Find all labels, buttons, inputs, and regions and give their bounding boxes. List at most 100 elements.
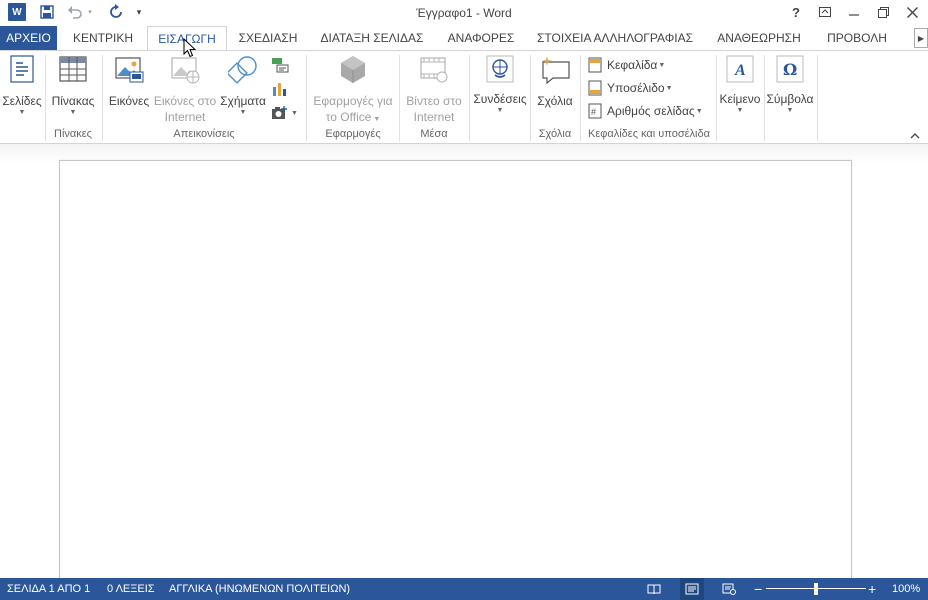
pictures-icon bbox=[113, 53, 145, 85]
header-dropdown-icon: ▼ bbox=[658, 61, 666, 69]
pages-dropdown-icon: ▼ bbox=[18, 109, 26, 116]
tab-page-layout[interactable]: ΔΙΑΤΑΞΗ ΣΕΛΙΔΑΣ bbox=[316, 26, 428, 50]
footer-label: Υποσέλιδο bbox=[607, 81, 665, 95]
group-divider bbox=[469, 55, 470, 141]
pages-label: Σελίδες bbox=[2, 94, 42, 108]
tab-scroll-right-icon[interactable]: ▶ bbox=[914, 28, 928, 48]
pictures-button[interactable]: Εικόνες bbox=[106, 53, 152, 109]
svg-text:#: # bbox=[591, 107, 596, 117]
close-icon[interactable] bbox=[900, 2, 924, 22]
group-label-apps: Εφαρμογές bbox=[325, 128, 381, 140]
restore-icon[interactable] bbox=[871, 2, 895, 22]
group-divider bbox=[817, 55, 818, 141]
text-label: Κείμενο bbox=[719, 92, 761, 106]
online-video-icon bbox=[418, 53, 450, 85]
comment-icon bbox=[539, 53, 571, 85]
symbols-button[interactable]: Ω Σύμβολα ▼ bbox=[766, 53, 814, 115]
footer-icon bbox=[588, 80, 602, 96]
shapes-icon bbox=[227, 53, 259, 85]
read-mode-icon[interactable] bbox=[647, 578, 663, 600]
tab-mailings[interactable]: ΣΤΟΙΧΕΙΑ ΑΛΛΗΛΟΓΡΑΦΙΑΣ bbox=[532, 26, 698, 50]
tab-references[interactable]: ΑΝΑΦΟΡΕΣ bbox=[442, 26, 520, 50]
office-apps-icon bbox=[337, 53, 369, 85]
links-button[interactable]: Συνδέσεις ▼ bbox=[472, 53, 528, 115]
help-button[interactable]: ? bbox=[784, 2, 808, 22]
smartart-icon[interactable] bbox=[271, 55, 291, 75]
pictures-label: Εικόνες bbox=[108, 94, 150, 108]
collapse-ribbon-icon[interactable] bbox=[910, 131, 920, 142]
comment-button[interactable]: Σχόλια bbox=[533, 53, 577, 109]
online-video-label-2: Internet bbox=[413, 110, 455, 124]
page-number-button[interactable]: # Αριθμός σελίδας ▼ bbox=[588, 101, 703, 121]
group-label-illustrations: Απεικονίσεις bbox=[173, 128, 235, 140]
zoom-slider-thumb[interactable] bbox=[814, 583, 818, 595]
web-layout-icon[interactable] bbox=[722, 578, 738, 600]
tab-view[interactable]: ΠΡΟΒΟΛΗ bbox=[820, 26, 894, 50]
svg-text:Ω: Ω bbox=[783, 60, 797, 79]
group-label-comments: Σχόλια bbox=[538, 128, 572, 140]
shapes-label: Σχήματα bbox=[220, 94, 266, 108]
document-page[interactable] bbox=[59, 160, 852, 590]
office-apps-button[interactable]: Εφαρμογές για το Office ▼ bbox=[310, 53, 396, 128]
group-label-media: Μέσα bbox=[420, 128, 448, 140]
tab-file[interactable]: ΑΡΧΕΙΟ bbox=[0, 26, 57, 50]
screenshot-icon[interactable]: ▼ bbox=[271, 103, 299, 123]
text-button[interactable]: A Κείμενο ▼ bbox=[718, 53, 762, 115]
ribbon-insert: Σελίδες ▼ Πίνακας ▼ Πίνακες Εικόνες Εικό… bbox=[0, 50, 928, 144]
tab-review[interactable]: ΑΝΑΘΕΩΡΗΣΗ bbox=[712, 26, 806, 50]
page-number-dropdown-icon: ▼ bbox=[695, 107, 703, 115]
zoom-in-button[interactable]: + bbox=[868, 578, 876, 600]
online-pictures-label-2: Internet bbox=[164, 110, 206, 124]
online-pictures-label-1: Εικόνες στο bbox=[153, 94, 217, 108]
footer-button[interactable]: Υποσέλιδο ▼ bbox=[588, 78, 673, 98]
tab-home[interactable]: ΚΕΝΤΡΙΚΗ bbox=[67, 26, 139, 50]
online-video-button[interactable]: Βίντεο στο Internet bbox=[402, 53, 466, 125]
title-bar: W ▾ ▾ Έγγραφο1 - Word ? bbox=[0, 0, 928, 26]
chart-icon[interactable] bbox=[271, 79, 291, 99]
group-divider bbox=[399, 55, 400, 141]
links-icon bbox=[484, 53, 516, 85]
group-divider bbox=[306, 55, 307, 141]
mouse-cursor-icon bbox=[183, 37, 197, 61]
header-label: Κεφαλίδα bbox=[607, 58, 658, 72]
page-count[interactable]: ΣΕΛΙΔΑ 1 ΑΠΟ 1 bbox=[7, 578, 90, 600]
pages-button[interactable]: Σελίδες ▼ bbox=[2, 53, 42, 117]
group-divider bbox=[764, 55, 765, 141]
word-window: W ▾ ▾ Έγγραφο1 - Word ? ΑΡΧΕΙΟ ΚΕΝΤΡΙΚΗ … bbox=[0, 0, 928, 600]
document-area bbox=[0, 144, 928, 590]
zoom-level[interactable]: 100% bbox=[892, 578, 920, 600]
table-label: Πίνακας bbox=[51, 94, 95, 108]
online-video-label-1: Βίντεο στο bbox=[406, 94, 462, 108]
links-label: Συνδέσεις bbox=[473, 92, 527, 106]
symbols-label: Σύμβολα bbox=[766, 92, 814, 106]
ribbon-display-options-icon[interactable] bbox=[813, 2, 837, 22]
word-count[interactable]: 0 ΛΕΞΕΙΣ bbox=[107, 578, 155, 600]
group-divider bbox=[102, 55, 103, 141]
group-divider bbox=[716, 55, 717, 141]
screenshot-dropdown-icon: ▼ bbox=[291, 109, 298, 117]
page-number-icon: # bbox=[588, 103, 602, 119]
tab-design[interactable]: ΣΧΕΔΙΑΣΗ bbox=[234, 26, 302, 50]
table-icon bbox=[57, 53, 89, 85]
language-indicator[interactable]: ΑΓΓΛΙΚΑ (ΗΝΩΜΕΝΩΝ ΠΟΛΙΤΕΙΩΝ) bbox=[169, 578, 350, 600]
print-layout-icon[interactable] bbox=[680, 578, 704, 600]
status-bar: ΣΕΛΙΔΑ 1 ΑΠΟ 1 0 ΛΕΞΕΙΣ ΑΓΓΛΙΚΑ (ΗΝΩΜΕΝΩ… bbox=[0, 578, 928, 600]
text-dropdown-icon: ▼ bbox=[736, 107, 744, 114]
office-apps-label-1: Εφαρμογές για bbox=[313, 94, 393, 108]
ribbon-tabs: ΑΡΧΕΙΟ ΚΕΝΤΡΙΚΗ ΕΙΣΑΓΩΓΗ ΣΧΕΔΙΑΣΗ ΔΙΑΤΑΞ… bbox=[0, 26, 928, 51]
minimize-icon[interactable] bbox=[842, 2, 866, 22]
table-button[interactable]: Πίνακας ▼ bbox=[49, 53, 97, 117]
header-button[interactable]: Κεφαλίδα ▼ bbox=[588, 55, 665, 75]
group-divider bbox=[580, 55, 581, 141]
page-number-label: Αριθμός σελίδας bbox=[607, 104, 695, 118]
shapes-button[interactable]: Σχήματα ▼ bbox=[218, 53, 268, 117]
zoom-out-button[interactable]: − bbox=[754, 578, 762, 600]
links-dropdown-icon: ▼ bbox=[496, 107, 504, 114]
svg-text:A: A bbox=[734, 62, 746, 79]
online-pictures-button[interactable]: Εικόνες στο Internet bbox=[152, 53, 218, 125]
text-icon: A bbox=[724, 53, 756, 85]
header-icon bbox=[588, 57, 602, 73]
omega-icon: Ω bbox=[774, 53, 806, 85]
shapes-dropdown-icon: ▼ bbox=[239, 109, 247, 116]
footer-dropdown-icon: ▼ bbox=[665, 84, 673, 92]
